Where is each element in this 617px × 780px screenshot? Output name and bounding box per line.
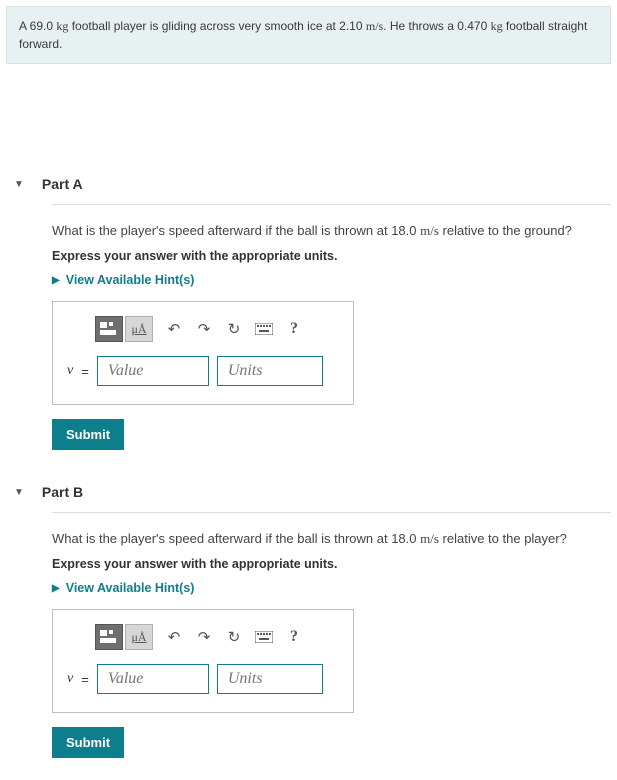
submit-button[interactable]: Submit [52,419,124,450]
part-body: What is the player's speed afterward if … [52,204,611,472]
part-title: Part A [42,176,83,192]
problem-text: A 69.0 [19,19,56,33]
keyboard-icon[interactable] [255,631,273,643]
problem-text: . He throws a 0.470 [383,19,490,33]
unit-kg: kg [56,19,68,33]
part-header: ▼ Part A [6,164,611,204]
view-hints-link[interactable]: ▶ View Available Hint(s) [52,581,611,595]
part-b: ▼ Part B What is the player's speed afte… [6,472,611,780]
templates-button[interactable] [95,316,123,342]
triangle-right-icon: ▶ [52,275,60,286]
format-button-group: μÅ [95,316,153,342]
undo-icon[interactable]: ↶ [165,628,183,646]
submit-button[interactable]: Submit [52,727,124,758]
toolbar: μÅ ↶ ↷ ↻ ? [95,624,339,650]
undo-icon[interactable]: ↶ [165,320,183,338]
view-hints-link[interactable]: ▶ View Available Hint(s) [52,273,611,287]
unit-ms: m/s [420,223,439,238]
toolbar: μÅ ↶ ↷ ↻ ? [95,316,339,342]
equals-sign: = [81,364,89,379]
collapse-caret-icon[interactable]: ▼ [14,179,24,190]
reset-icon[interactable]: ↻ [225,320,243,338]
equals-sign: = [81,672,89,687]
answer-box: μÅ ↶ ↷ ↻ ? v = [52,609,354,713]
part-a: ▼ Part A What is the player's speed afte… [6,164,611,472]
help-icon[interactable]: ? [285,320,303,338]
unit-kg: kg [491,19,503,33]
question-text: What is the player's speed afterward if … [52,223,611,239]
value-input[interactable] [97,664,209,694]
unit-ms: m/s [366,19,383,33]
units-input[interactable] [217,356,323,386]
problem-statement: A 69.0 kg football player is gliding acr… [6,6,611,64]
value-input[interactable] [97,356,209,386]
unit-ms: m/s [420,531,439,546]
hints-label: View Available Hint(s) [66,273,195,287]
reset-icon[interactable]: ↻ [225,628,243,646]
symbols-button[interactable]: μÅ [125,316,153,342]
redo-icon[interactable]: ↷ [195,628,213,646]
part-title: Part B [42,484,83,500]
redo-icon[interactable]: ↷ [195,320,213,338]
triangle-right-icon: ▶ [52,583,60,594]
instruction-text: Express your answer with the appropriate… [52,557,611,571]
problem-text: football player is gliding across very s… [68,19,365,33]
question-text: What is the player's speed afterward if … [52,531,611,547]
hints-label: View Available Hint(s) [66,581,195,595]
format-button-group: μÅ [95,624,153,650]
variable-label: v [67,363,73,379]
templates-button[interactable] [95,624,123,650]
variable-label: v [67,671,73,687]
input-row: v = [67,664,339,694]
input-row: v = [67,356,339,386]
symbols-button[interactable]: μÅ [125,624,153,650]
part-header: ▼ Part B [6,472,611,512]
part-body: What is the player's speed afterward if … [52,512,611,780]
keyboard-icon[interactable] [255,323,273,335]
units-input[interactable] [217,664,323,694]
help-icon[interactable]: ? [285,628,303,646]
instruction-text: Express your answer with the appropriate… [52,249,611,263]
collapse-caret-icon[interactable]: ▼ [14,487,24,498]
answer-box: μÅ ↶ ↷ ↻ ? v = [52,301,354,405]
